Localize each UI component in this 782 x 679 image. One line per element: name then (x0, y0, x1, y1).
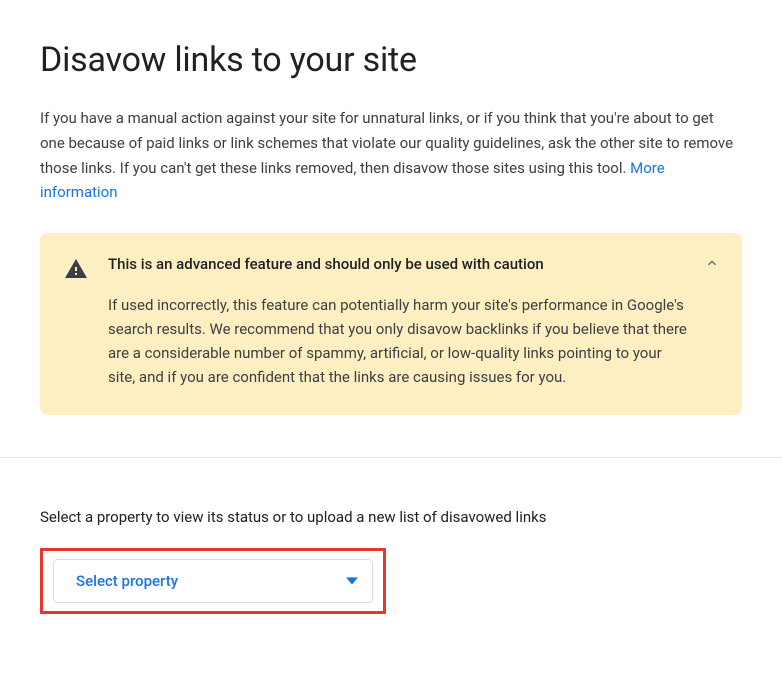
warning-body: If used incorrectly, this feature can po… (108, 293, 688, 389)
select-property-dropdown[interactable]: Select property (53, 559, 373, 603)
select-property-label: Select a property to view its status or … (40, 508, 742, 526)
chevron-up-icon (704, 259, 720, 274)
caret-down-icon (346, 572, 358, 591)
warning-title: This is an advanced feature and should o… (108, 255, 688, 273)
page-title: Disavow links to your site (40, 40, 742, 80)
highlight-annotation: Select property (40, 548, 386, 614)
warning-triangle-icon (64, 255, 88, 389)
select-property-placeholder: Select property (76, 572, 178, 590)
intro-paragraph: If you have a manual action against your… (40, 106, 742, 205)
warning-banner: This is an advanced feature and should o… (40, 233, 742, 415)
collapse-warning-button[interactable] (704, 255, 720, 274)
